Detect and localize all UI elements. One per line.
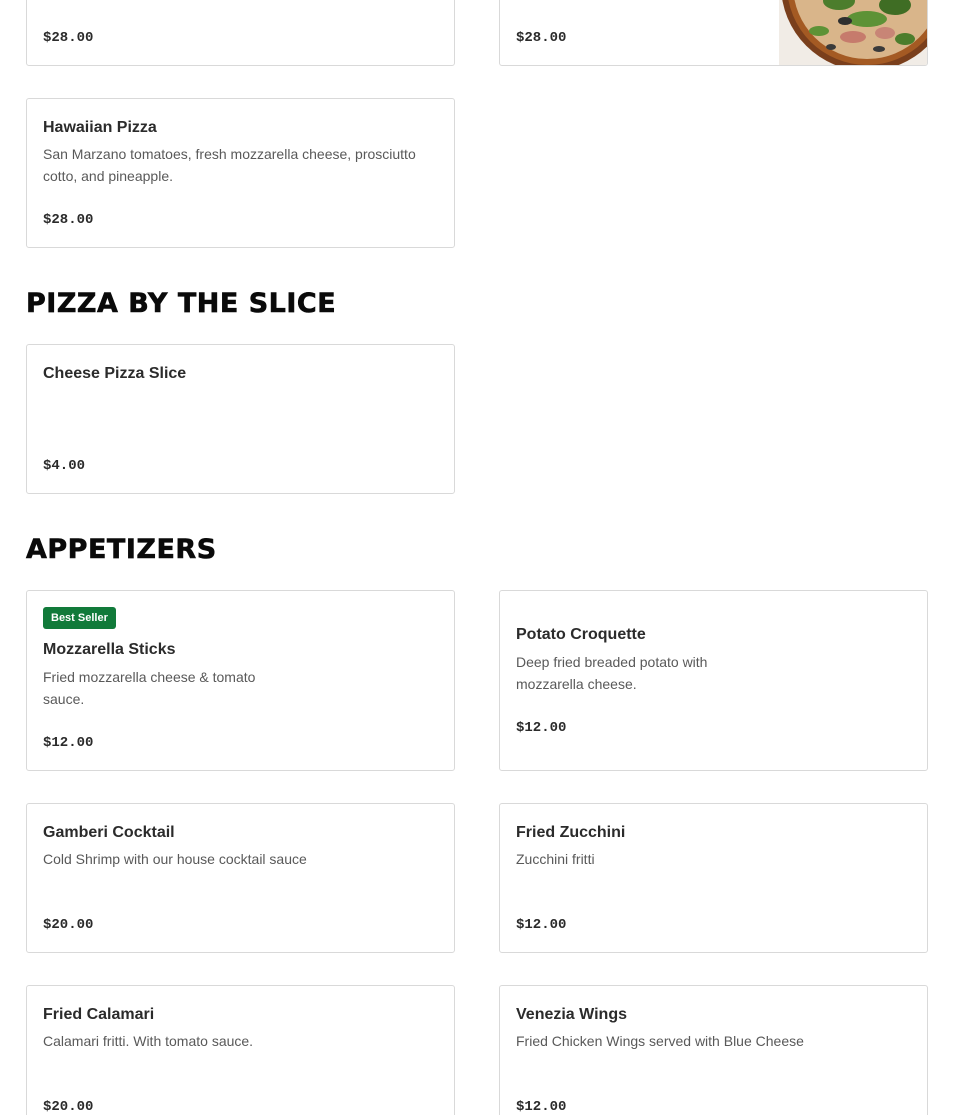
menu-item-card[interactable]: Hawaiian Pizza San Marzano tomatoes, fre…: [26, 98, 455, 248]
item-price: $12.00: [516, 1099, 567, 1115]
item-price: $20.00: [43, 917, 94, 933]
item-name: Hawaiian Pizza: [43, 119, 157, 136]
menu-item-card[interactable]: $28.00: [499, 0, 928, 66]
menu-item-card[interactable]: Venezia Wings Fried Chicken Wings served…: [499, 985, 928, 1115]
item-description: Zucchini fritti: [516, 851, 595, 867]
menu-item-card[interactable]: Potato Croquette Deep fried breaded pota…: [499, 590, 928, 771]
item-description: Calamari fritti. With tomato sauce.: [43, 1033, 254, 1049]
item-price: $28.00: [516, 30, 567, 46]
item-price: $12.00: [516, 917, 567, 933]
item-description: Fried Chicken Wings served with Blue Che…: [516, 1033, 804, 1049]
item-price: $12.00: [516, 720, 567, 736]
item-price: $28.00: [43, 212, 94, 228]
section-title-appetizers: APPETIZERS: [26, 534, 217, 566]
item-description: Deep fried breaded potato with mozzarell…: [516, 654, 708, 692]
item-name: Gamberi Cocktail: [43, 824, 175, 841]
menu-item-card[interactable]: Fried Calamari Calamari fritti. With tom…: [26, 985, 455, 1115]
item-description: Fried mozzarella cheese & tomato sauce.: [43, 669, 256, 707]
item-name: Cheese Pizza Slice: [43, 365, 187, 382]
item-price: $20.00: [43, 1099, 94, 1115]
menu-item-card[interactable]: Gamberi Cocktail Cold Shrimp with our ho…: [26, 803, 455, 953]
pizza-photo: [779, 0, 927, 65]
menu-item-card[interactable]: Best Seller Mozzarella Sticks Fried mozz…: [26, 590, 455, 771]
item-name: Fried Calamari: [43, 1006, 155, 1023]
menu-item-card[interactable]: Cheese Pizza Slice $4.00: [26, 344, 455, 494]
item-price: $4.00: [43, 458, 86, 474]
item-name: Potato Croquette: [516, 626, 646, 643]
item-description: San Marzano tomatoes, fresh mozzarella c…: [43, 146, 416, 184]
item-name: Fried Zucchini: [516, 824, 626, 841]
item-name: Mozzarella Sticks: [43, 641, 176, 658]
item-price: $28.00: [43, 30, 94, 46]
section-title-pizza-by-the-slice: PIZZA BY THE SLICE: [26, 288, 337, 320]
item-description: Cold Shrimp with our house cocktail sauc…: [43, 851, 307, 867]
menu-item-card[interactable]: $28.00: [26, 0, 455, 66]
best-seller-badge: Best Seller: [43, 607, 116, 629]
menu-item-card[interactable]: Fried Zucchini Zucchini fritti $12.00: [499, 803, 928, 953]
item-name: Venezia Wings: [516, 1006, 627, 1023]
item-price: $12.00: [43, 735, 94, 751]
